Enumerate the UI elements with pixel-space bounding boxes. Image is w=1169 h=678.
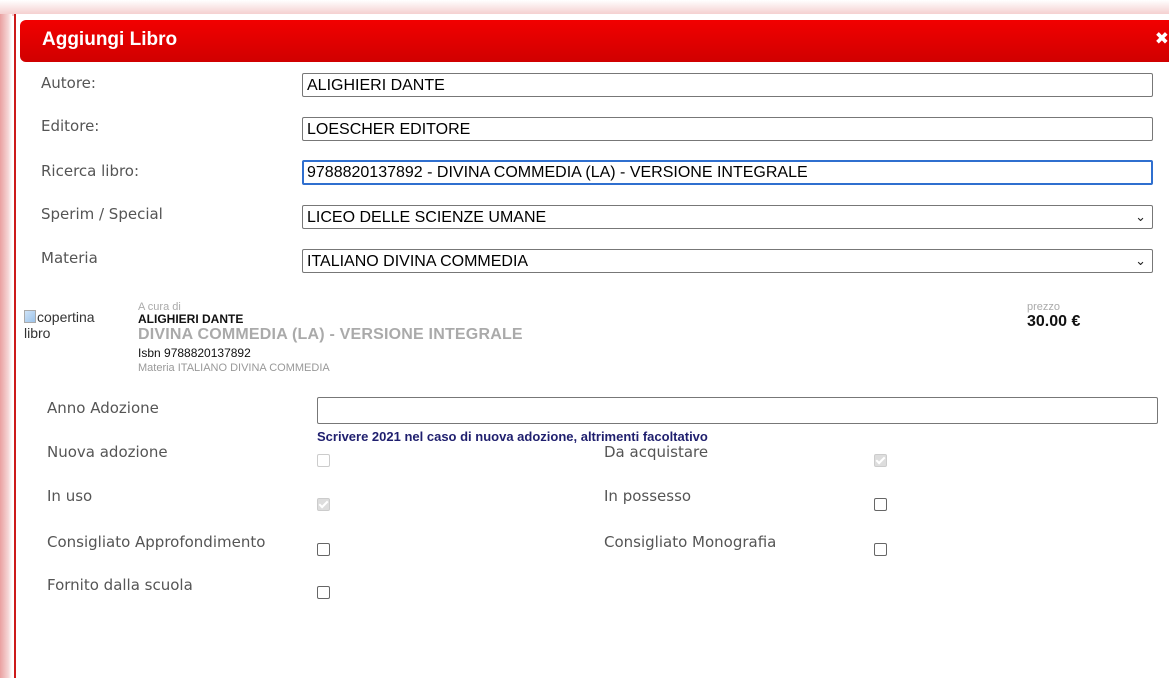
consigliato-monografia-checkbox[interactable] (874, 543, 887, 556)
sperim-special-value: LICEO DELLE SCIENZE UMANE (307, 209, 547, 226)
chevron-down-icon: ⌄ (1135, 209, 1146, 224)
fornito-scuola-label: Fornito dalla scuola (47, 576, 193, 594)
anno-adozione-input[interactable] (317, 397, 1158, 424)
book-cover-image: copertina libro (24, 309, 104, 341)
autore-label: Autore: (41, 74, 96, 92)
anno-adozione-hint: Scrivere 2021 nel caso di nuova adozione… (317, 429, 708, 444)
sperim-special-label: Sperim / Special (41, 205, 163, 223)
editore-label: Editore: (41, 117, 100, 135)
nuova-adozione-label: Nuova adozione (47, 443, 168, 461)
in-possesso-label: In possesso (604, 487, 692, 505)
consigliato-monografia-label: Consigliato Monografia (604, 533, 777, 551)
consigliato-approfondimento-checkbox[interactable] (317, 543, 330, 556)
close-icon[interactable]: ✖ (1155, 29, 1169, 49)
ricerca-libro-label: Ricerca libro: (41, 162, 140, 180)
anno-adozione-label: Anno Adozione (47, 399, 159, 417)
materia-label: Materia (41, 249, 98, 267)
chevron-down-icon: ⌄ (1135, 253, 1146, 268)
autore-input[interactable]: ALIGHIERI DANTE (302, 73, 1153, 97)
fornito-scuola-checkbox[interactable] (317, 586, 330, 599)
price-label: prezzo (1027, 301, 1061, 313)
materia-select[interactable]: ITALIANO DIVINA COMMEDIA ⌄ (302, 249, 1153, 273)
book-isbn: Isbn 9788820137892 (138, 346, 251, 360)
materia-value: ITALIANO DIVINA COMMEDIA (307, 253, 529, 270)
in-uso-checkbox[interactable] (317, 498, 330, 511)
book-author: ALIGHIERI DANTE (138, 312, 244, 326)
book-price: 30.00 € (1027, 313, 1081, 330)
ricerca-libro-input[interactable]: 9788820137892 - DIVINA COMMEDIA (LA) - V… (302, 160, 1153, 185)
editore-input[interactable]: LOESCHER EDITORE (302, 117, 1153, 141)
dialog-title: Aggiungi Libro (42, 29, 178, 50)
book-materia: Materia ITALIANO DIVINA COMMEDIA (138, 362, 330, 374)
broken-image-icon (24, 310, 36, 323)
dialog-titlebar[interactable]: Aggiungi Libro ✖ (20, 20, 1169, 62)
nuova-adozione-checkbox[interactable] (317, 454, 330, 467)
consigliato-approfondimento-label: Consigliato Approfondimento (47, 533, 266, 551)
in-uso-label: In uso (47, 487, 93, 505)
book-title: DIVINA COMMEDIA (LA) - VERSIONE INTEGRAL… (138, 326, 523, 343)
da-acquistare-checkbox[interactable] (874, 454, 887, 467)
in-possesso-checkbox[interactable] (874, 498, 887, 511)
sperim-special-select[interactable]: LICEO DELLE SCIENZE UMANE ⌄ (302, 205, 1153, 229)
dialog-shadow-left (0, 14, 12, 678)
da-acquistare-label: Da acquistare (604, 443, 709, 461)
